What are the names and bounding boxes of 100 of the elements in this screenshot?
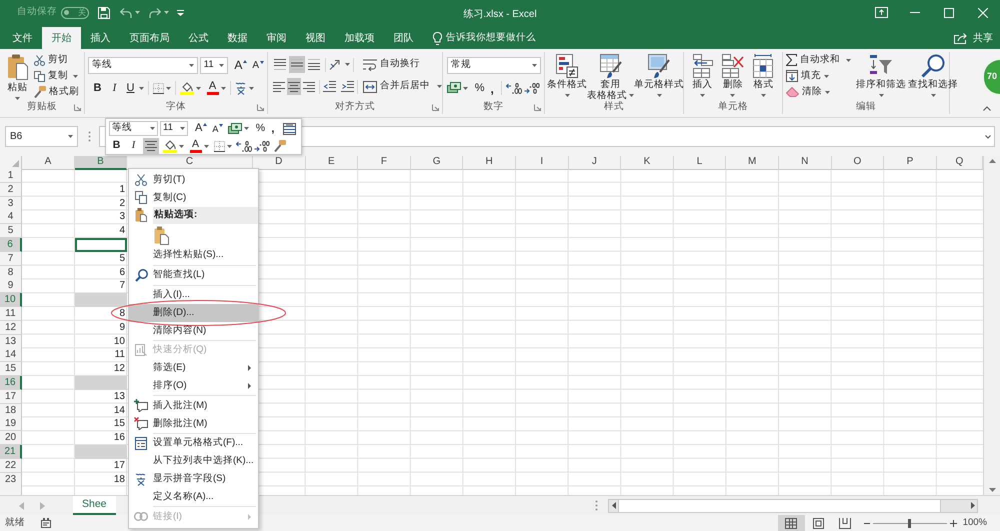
caret-icon[interactable] <box>437 85 442 88</box>
row-header[interactable]: 18 <box>0 404 22 418</box>
redo-icon[interactable] <box>149 8 161 18</box>
format-cells-button[interactable]: 格式 <box>753 52 774 101</box>
expand-icon[interactable] <box>985 134 991 138</box>
font-color-button[interactable]: A <box>189 139 202 153</box>
row-header[interactable]: 5 <box>0 224 22 238</box>
ribbon-tab[interactable]: 视图 <box>296 27 335 49</box>
clear-button[interactable]: 清除 <box>786 84 822 100</box>
menu-item[interactable]: 插入(I)... <box>129 286 258 304</box>
dialog-launcher-icon[interactable] <box>257 104 264 110</box>
sheet-tab[interactable]: Shee <box>73 496 116 515</box>
paintbrush-icon[interactable] <box>274 140 286 152</box>
macro-record-icon[interactable] <box>41 518 51 528</box>
share-button[interactable]: 共享 <box>954 27 993 49</box>
tell-me-field[interactable]: 告诉我你想要做什么 <box>446 30 546 46</box>
menu-item[interactable]: 清除内容(N) <box>129 322 258 340</box>
ribbon-tab[interactable]: 团队 <box>384 27 423 49</box>
copy-button[interactable]: 复制 <box>34 68 68 84</box>
row-header[interactable]: 14 <box>0 348 22 362</box>
column-header[interactable]: P <box>884 156 937 170</box>
ribbon-tab[interactable]: 公式 <box>179 27 218 49</box>
autosum-button[interactable]: 自动求和 <box>786 52 840 68</box>
row-header[interactable]: 17 <box>0 390 22 404</box>
caret-icon[interactable] <box>345 63 350 66</box>
zoom-slider[interactable] <box>872 518 947 528</box>
font-size-field[interactable]: 11 <box>200 57 228 74</box>
caret-icon[interactable] <box>221 86 226 90</box>
grow-font-button[interactable]: A <box>234 57 248 74</box>
caret-icon[interactable] <box>244 127 250 130</box>
phonetic-guide-icon[interactable] <box>235 82 247 94</box>
percent-button[interactable]: % <box>474 80 486 96</box>
column-header[interactable]: D <box>253 156 306 170</box>
row-header[interactable]: 1 <box>0 169 22 183</box>
row-header[interactable]: 21 <box>0 444 22 459</box>
decrease-decimal-icon[interactable] <box>254 140 270 152</box>
ribbon-tab[interactable]: 页面布局 <box>120 27 179 49</box>
ribbon-tab[interactable]: 加载项 <box>335 27 384 49</box>
column-header[interactable]: O <box>832 156 884 170</box>
bottom-align-button[interactable] <box>306 56 322 73</box>
cut-button[interactable]: 剪切 <box>34 52 79 68</box>
collapse-ribbon-icon[interactable] <box>983 106 991 111</box>
middle-align-button[interactable] <box>289 56 305 73</box>
bold-button[interactable]: B <box>109 138 124 154</box>
sort-filter-button[interactable]: 排序和筛选 <box>856 52 906 101</box>
increase-decimal-icon[interactable] <box>236 140 252 152</box>
column-header[interactable]: I <box>516 156 569 170</box>
paste-option-icon[interactable] <box>154 226 169 245</box>
caret-icon[interactable] <box>135 11 140 14</box>
row-header[interactable]: 2 <box>0 182 22 197</box>
column-header[interactable]: K <box>621 156 674 170</box>
column-header[interactable]: A <box>22 156 75 170</box>
row-header[interactable]: 10 <box>0 293 22 308</box>
shrink-font-button[interactable]: A <box>252 57 264 74</box>
undo-icon[interactable] <box>120 8 132 18</box>
name-box[interactable]: B6 <box>5 126 78 147</box>
caret-icon[interactable] <box>463 86 468 90</box>
paint-bucket-icon[interactable] <box>163 139 177 153</box>
font-size-field[interactable]: 11 <box>160 121 188 136</box>
normal-view-button[interactable] <box>778 515 805 531</box>
menu-item[interactable]: 排序(O) <box>129 377 258 395</box>
column-header[interactable]: M <box>726 156 779 170</box>
horizontal-scrollbar[interactable] <box>608 498 978 512</box>
drag-handle-icon[interactable] <box>88 131 91 142</box>
table-format-button[interactable]: 套用 表格格式 <box>587 52 634 101</box>
font-name-field[interactable]: 等线 <box>109 121 158 136</box>
borders-icon[interactable] <box>214 140 225 152</box>
column-header[interactable]: F <box>358 156 411 170</box>
caret-icon[interactable] <box>139 86 144 90</box>
decrease-decimal-icon[interactable] <box>524 82 540 94</box>
row-header[interactable]: 20 <box>0 431 22 446</box>
menu-item[interactable]: 定义名称(A)... <box>129 488 258 506</box>
bold-button[interactable]: B <box>90 80 105 96</box>
column-header[interactable]: J <box>568 156 622 170</box>
caret-icon[interactable] <box>196 86 201 90</box>
column-header[interactable]: H <box>463 156 516 170</box>
comma-style-button[interactable]: , <box>487 80 497 96</box>
menu-item[interactable]: 筛选(E) <box>129 359 258 378</box>
menu-item[interactable]: 显示拼音字段(S) <box>129 470 258 488</box>
row-header[interactable]: 7 <box>0 252 22 266</box>
font-color-button[interactable]: A <box>206 81 219 95</box>
menu-item[interactable]: 选择性粘贴(S)... <box>129 246 258 264</box>
caret-icon[interactable] <box>73 74 78 78</box>
wrap-text-button[interactable]: 自动换行 <box>363 56 420 73</box>
close-icon[interactable] <box>978 8 988 18</box>
row-header[interactable]: 8 <box>0 266 22 280</box>
caret-icon[interactable] <box>249 86 254 90</box>
row-header[interactable]: 22 <box>0 458 22 473</box>
caret-icon[interactable] <box>824 74 829 78</box>
customize-icon[interactable] <box>177 10 184 16</box>
ribbon-tab[interactable]: 插入 <box>81 27 120 49</box>
currency-icon[interactable] <box>447 82 461 94</box>
column-header[interactable]: L <box>674 156 726 170</box>
row-header[interactable]: 9 <box>0 279 22 294</box>
italic-button[interactable]: I <box>126 138 141 154</box>
row-header[interactable]: 15 <box>0 362 22 376</box>
column-header[interactable]: N <box>778 156 832 170</box>
grow-font-button[interactable]: A <box>195 121 208 136</box>
center-align-button[interactable] <box>143 138 159 154</box>
scroll-down-icon[interactable] <box>988 488 996 492</box>
